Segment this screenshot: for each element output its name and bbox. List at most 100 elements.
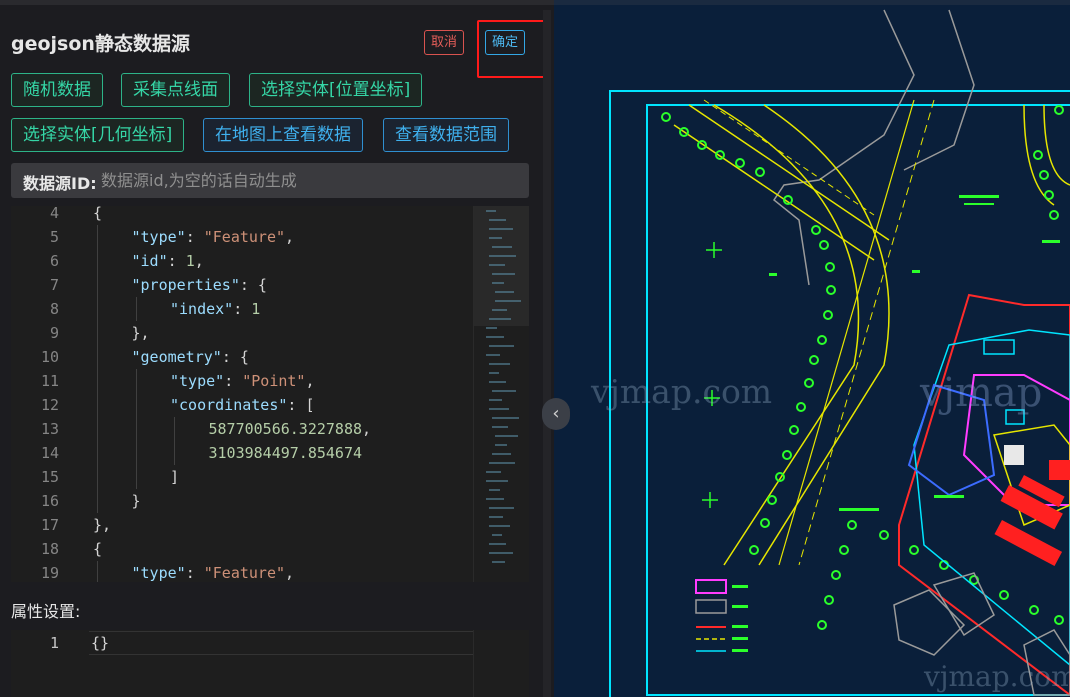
- minimap-line: [489, 408, 509, 410]
- minimap-line: [489, 381, 506, 383]
- indent-guide: [97, 225, 98, 249]
- view-data-range-button[interactable]: 查看数据范围: [383, 118, 509, 152]
- indent-guide: [97, 321, 98, 345]
- indent-guide: [97, 561, 98, 582]
- minimap-line: [489, 318, 511, 320]
- code-line: 8 "index": 1: [11, 297, 471, 321]
- code-line: 16}: [11, 489, 471, 513]
- minimap-line: [492, 426, 508, 428]
- json-key: "geometry": [131, 348, 222, 366]
- json-key: "coordinates": [170, 396, 288, 414]
- code-minimap[interactable]: [473, 206, 529, 582]
- datasource-id-row: 数据源ID:: [11, 163, 529, 198]
- code-line: 9},: [11, 321, 471, 345]
- json-punctuation: ,: [285, 228, 295, 246]
- code-line: 18 {: [11, 537, 471, 561]
- json-punctuation: :: [167, 252, 186, 270]
- datasource-id-input[interactable]: [101, 163, 521, 198]
- code-line: 6 "id": 1,: [11, 249, 471, 273]
- line-number: 18: [40, 540, 59, 558]
- attribute-code-editor[interactable]: 1 {}: [11, 630, 529, 697]
- code-line: 7 "properties": {: [11, 273, 471, 297]
- select-entity-geometry-button[interactable]: 选择实体[几何坐标]: [11, 118, 185, 152]
- json-number: 1: [185, 252, 195, 270]
- minimap-line: [489, 345, 514, 347]
- json-punctuation: },: [93, 516, 112, 534]
- code-text: },: [132, 321, 150, 345]
- indent-guide: [97, 249, 98, 273]
- minimap-line: [486, 336, 504, 338]
- code-text: 587700566.3227888,: [209, 417, 372, 441]
- code-line: 4{: [11, 206, 471, 225]
- code-text: "properties": {: [132, 273, 267, 297]
- code-line: 15]: [11, 465, 471, 489]
- indent-guide: [97, 489, 98, 513]
- minimap-line: [489, 219, 506, 221]
- line-number: 14: [40, 444, 59, 462]
- map-watermark: vjmap.com: [591, 372, 773, 411]
- json-number: 1: [251, 300, 261, 318]
- json-key: "type": [170, 372, 225, 390]
- code-text: "id": 1,: [132, 249, 204, 273]
- minimap-line: [489, 552, 513, 554]
- json-key: "properties": [131, 276, 240, 294]
- indent-guide: [97, 393, 98, 417]
- minimap-line: [489, 525, 510, 527]
- code-line: 12 "coordinates": [: [11, 393, 471, 417]
- indent-guide: [135, 297, 137, 321]
- minimap-line: [489, 363, 510, 365]
- map-canvas[interactable]: [554, 0, 1070, 697]
- indent-guide: [174, 441, 175, 465]
- geojson-code-editor[interactable]: 4{5 "type": "Feature", 6 "id": 1, 7 "properti…: [11, 206, 529, 582]
- minimap-line: [486, 480, 508, 482]
- minimap-line: [492, 273, 515, 275]
- random-data-button[interactable]: 随机数据: [11, 73, 103, 107]
- cad-drawing: [609, 9, 1070, 697]
- code-text: "geometry": {: [132, 345, 249, 369]
- json-key: "index": [170, 300, 234, 318]
- indent-guide: [97, 297, 98, 321]
- code-text: {: [93, 206, 102, 225]
- json-punctuation: }: [131, 492, 141, 510]
- map-watermark: vjmap: [920, 370, 1043, 416]
- line-number: 11: [40, 372, 59, 390]
- minimap-line: [486, 471, 501, 473]
- json-key: "type": [131, 228, 186, 246]
- collapse-panel-button[interactable]: ‹: [542, 398, 570, 430]
- cancel-button[interactable]: 取消: [424, 30, 465, 55]
- json-punctuation: :: [185, 564, 204, 582]
- code-text: "type": "Feature",: [132, 225, 295, 249]
- line-number: 15: [40, 468, 59, 486]
- minimap-line: [489, 516, 503, 518]
- indent-guide: [135, 369, 137, 393]
- current-line-highlight: [89, 631, 473, 655]
- minimap-line: [486, 327, 497, 329]
- line-number: 17: [40, 516, 59, 534]
- minimap-line: [492, 534, 502, 536]
- line-number: 8: [49, 300, 59, 318]
- code-line: 17},: [11, 513, 471, 537]
- code-text: "type": "Point",: [170, 369, 315, 393]
- json-punctuation: },: [131, 324, 150, 342]
- json-punctuation: : {: [239, 276, 267, 294]
- confirm-button[interactable]: 确定: [485, 30, 526, 55]
- json-punctuation: {: [93, 540, 103, 558]
- line-number: 10: [40, 348, 59, 366]
- json-string: "Feature": [203, 228, 286, 246]
- collect-point-line-polygon-button[interactable]: 采集点线面: [121, 73, 230, 107]
- minimap-slider[interactable]: [474, 206, 529, 326]
- code-minimap[interactable]: [473, 630, 529, 697]
- line-number: 9: [49, 324, 59, 342]
- json-punctuation: ,: [285, 564, 295, 582]
- line-number: 13: [40, 420, 59, 438]
- code-text: }: [132, 489, 141, 513]
- panel-scrollbar[interactable]: [543, 10, 551, 697]
- attribute-settings-label: 属性设置:: [11, 602, 81, 621]
- json-string: "Point": [242, 372, 306, 390]
- minimap-line: [489, 399, 502, 401]
- json-key: "id": [131, 252, 168, 270]
- select-entity-position-button[interactable]: 选择实体[位置坐标]: [249, 73, 423, 107]
- view-data-on-map-button[interactable]: 在地图上查看数据: [203, 118, 363, 152]
- code-text: 3103984497.854674: [209, 441, 363, 465]
- code-line: 11 "type": "Point",: [11, 369, 471, 393]
